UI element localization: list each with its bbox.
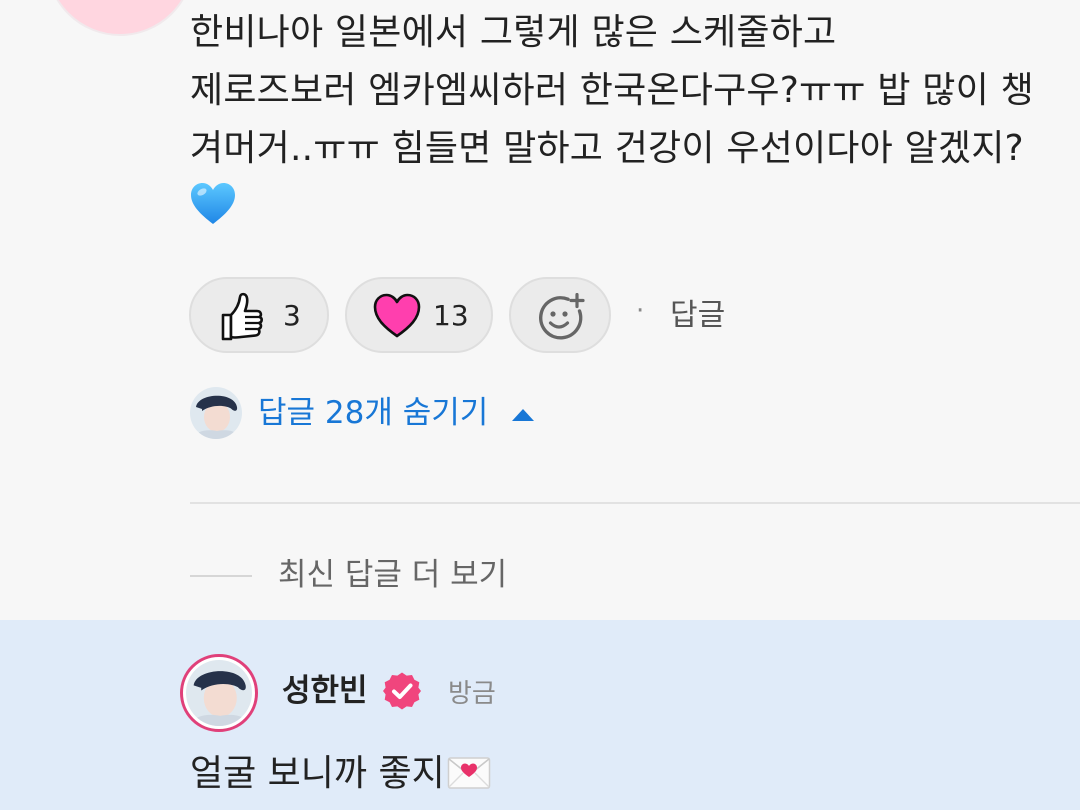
add-reaction-button[interactable] [509, 277, 611, 353]
love-count: 13 [433, 299, 469, 332]
separator-dot: · [636, 296, 645, 326]
avatar-photo-icon [186, 660, 252, 726]
heart-icon [373, 293, 421, 338]
love-reaction-button[interactable]: 13 [345, 277, 493, 353]
author-name[interactable]: 성한빈 [282, 670, 368, 712]
comment-author-avatar[interactable] [46, 0, 194, 36]
comment-line: 겨머거..ㅠㅠ 힘들면 말하고 건강이 우선이다아 알겠지? [190, 128, 1024, 169]
reply-text: 얼굴 보니까 좋지 [190, 753, 445, 794]
envelope-heart-emoji [447, 757, 490, 789]
highlighted-reply [0, 620, 1080, 810]
verified-badge-icon [383, 672, 421, 710]
load-more-replies-button[interactable]: 최신 답글 더 보기 [278, 554, 507, 596]
author-avatar[interactable] [180, 654, 258, 732]
like-reaction-button[interactable]: 3 [189, 277, 329, 353]
blue-heart-emoji [191, 183, 235, 224]
reply-author-avatar[interactable] [190, 387, 242, 439]
caret-up-icon[interactable] [512, 409, 534, 421]
reply-button[interactable]: 답글 [670, 296, 725, 336]
like-count: 3 [283, 299, 301, 332]
comment-body: 한비나아 일본에서 그렇게 많은 스케줄하고 제로즈보러 엠카엠씨하러 한국온다… [190, 4, 1060, 178]
avatar-photo-icon [190, 387, 242, 439]
hide-replies-toggle[interactable]: 답글 28개 숨기기 [258, 392, 488, 434]
comment-line: 제로즈보러 엠카엠씨하러 한국온다구우?ㅠㅠ 밥 많이 챙 [190, 70, 1034, 111]
thumbs-up-icon [221, 292, 263, 341]
add-reaction-icon [539, 293, 585, 340]
divider [190, 502, 1080, 504]
more-replies-line [190, 575, 252, 577]
reply-body: 얼굴 보니까 좋지 [190, 750, 491, 798]
timestamp: 방금 [448, 679, 496, 709]
comment-line: 한비나아 일본에서 그렇게 많은 스케줄하고 [190, 12, 837, 53]
